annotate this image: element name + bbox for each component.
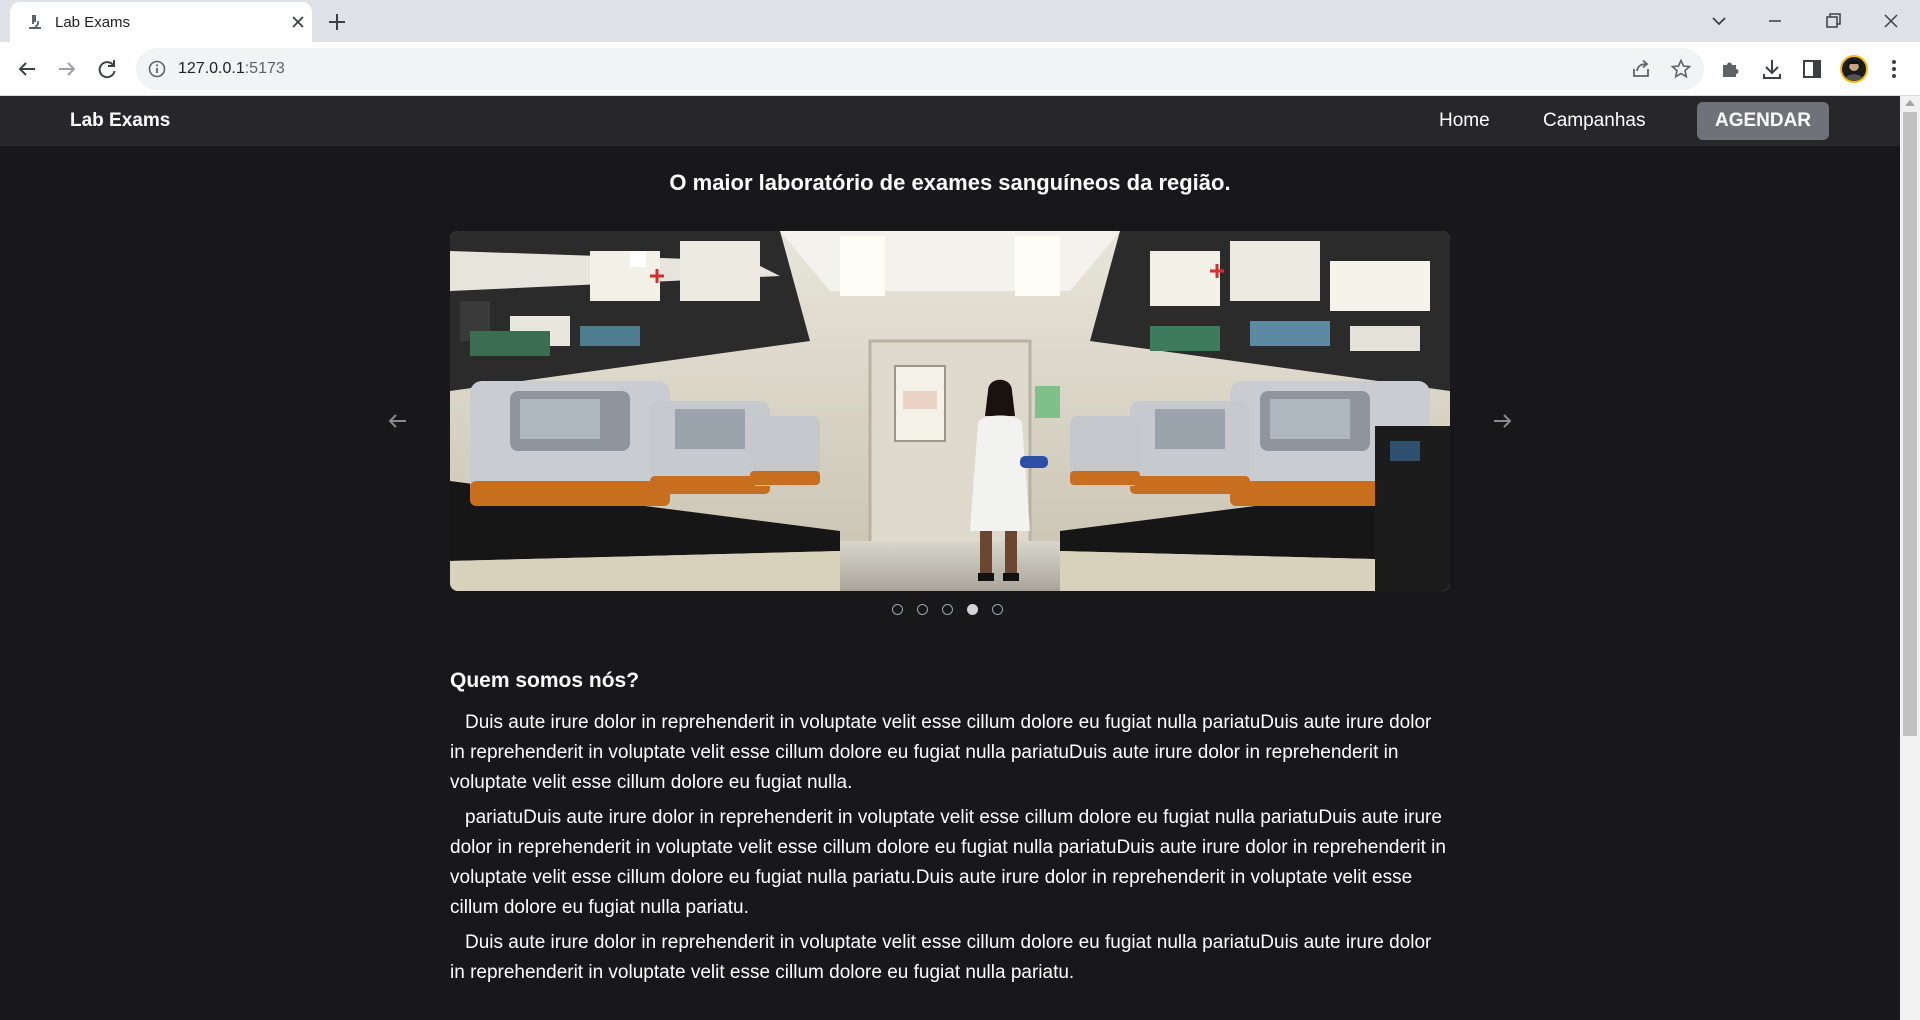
lab-photo-illustration bbox=[450, 231, 1450, 591]
url-text: 127.0.0.1:5173 bbox=[178, 60, 285, 77]
nav-link-home[interactable]: Home bbox=[1439, 110, 1490, 132]
page-headline: O maior laboratório de exames sanguíneos… bbox=[669, 170, 1231, 195]
forward-arrow-icon[interactable] bbox=[53, 55, 81, 83]
carousel-dot-3[interactable] bbox=[942, 604, 953, 615]
browser-tabstrip: Lab Exams bbox=[0, 0, 1920, 42]
carousel-dot-5[interactable] bbox=[992, 604, 1003, 615]
brand-logo-text[interactable]: Lab Exams bbox=[70, 110, 170, 132]
extensions-puzzle-icon[interactable] bbox=[1717, 55, 1745, 83]
about-paragraph-3: Duis aute irure dolor in reprehenderit i… bbox=[450, 932, 1432, 983]
about-paragraph-1: Duis aute irure dolor in reprehenderit i… bbox=[450, 712, 1432, 793]
close-window-icon[interactable] bbox=[1878, 8, 1904, 34]
reload-icon[interactable] bbox=[93, 55, 121, 83]
share-icon[interactable] bbox=[1630, 58, 1652, 80]
microscope-icon bbox=[29, 15, 41, 29]
carousel-prev-arrow-icon[interactable] bbox=[386, 409, 410, 433]
carousel-next-arrow-icon[interactable] bbox=[1490, 409, 1514, 433]
browser-tab[interactable]: Lab Exams bbox=[10, 2, 312, 42]
page-scrollbar[interactable] bbox=[1900, 96, 1920, 1020]
star-icon[interactable] bbox=[1670, 58, 1692, 80]
profile-avatar[interactable] bbox=[1840, 55, 1868, 83]
profile-photo-icon bbox=[1844, 60, 1864, 81]
new-tab-icon[interactable] bbox=[324, 9, 350, 35]
restore-icon[interactable] bbox=[1820, 8, 1846, 34]
carousel-dot-4[interactable] bbox=[967, 604, 978, 615]
close-icon[interactable] bbox=[288, 12, 308, 32]
scroll-up-arrow-icon[interactable] bbox=[1905, 100, 1915, 106]
browser-toolbar: 127.0.0.1:5173 bbox=[0, 42, 1920, 96]
about-paragraph-2: pariatuDuis aute irure dolor in reprehen… bbox=[450, 807, 1446, 918]
about-section: Quem somos nós? Duis aute irure dolor in… bbox=[450, 669, 1450, 993]
address-bar[interactable]: 127.0.0.1:5173 bbox=[136, 48, 1704, 90]
page-viewport: Lab Exams Home Campanhas AGENDAR O maior… bbox=[0, 96, 1900, 1020]
app-navbar: Lab Exams Home Campanhas AGENDAR bbox=[0, 96, 1900, 146]
back-arrow-icon[interactable] bbox=[13, 55, 41, 83]
scrollbar-thumb[interactable] bbox=[1903, 112, 1917, 736]
agendar-button[interactable]: AGENDAR bbox=[1697, 102, 1829, 140]
tab-search-icon[interactable] bbox=[1706, 8, 1732, 34]
carousel-dot-1[interactable] bbox=[892, 604, 903, 615]
info-icon[interactable] bbox=[148, 60, 166, 78]
minimize-icon[interactable] bbox=[1762, 8, 1788, 34]
carousel-slide-image bbox=[450, 231, 1450, 591]
about-title: Quem somos nós? bbox=[450, 669, 640, 692]
kebab-menu-icon[interactable] bbox=[1880, 55, 1908, 83]
side-panel-icon[interactable] bbox=[1798, 55, 1826, 83]
tab-title: Lab Exams bbox=[55, 14, 131, 31]
nav-link-campanhas[interactable]: Campanhas bbox=[1543, 110, 1645, 132]
download-icon[interactable] bbox=[1758, 55, 1786, 83]
carousel-dot-2[interactable] bbox=[917, 604, 928, 615]
